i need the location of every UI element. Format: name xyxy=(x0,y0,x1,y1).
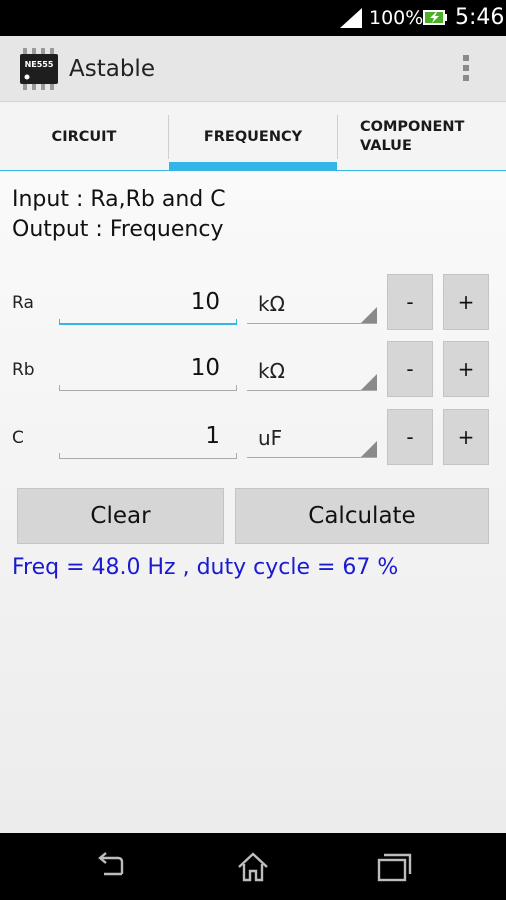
rb-decrement-button[interactable]: - xyxy=(387,341,433,397)
back-icon[interactable] xyxy=(92,847,132,887)
signal-icon xyxy=(340,8,362,28)
dropdown-corner-icon xyxy=(361,374,377,390)
c-label: C xyxy=(12,428,24,448)
ic-chip-icon[interactable]: NE555 xyxy=(20,48,58,90)
c-input[interactable]: 1 xyxy=(59,419,237,459)
ra-decrement-button[interactable]: - xyxy=(387,274,433,330)
tab-frequency[interactable]: FREQUENCY xyxy=(169,103,337,171)
c-value: 1 xyxy=(205,423,220,449)
rb-label: Rb xyxy=(12,360,35,380)
c-unit-select[interactable]: uF xyxy=(247,418,377,458)
status-bar: 100% 5:46 xyxy=(0,0,506,36)
clock: 5:46 xyxy=(455,5,505,30)
c-unit: uF xyxy=(258,426,283,450)
dropdown-corner-icon xyxy=(361,441,377,457)
rb-unit-select[interactable]: kΩ xyxy=(247,351,377,391)
action-bar: NE555 Astable xyxy=(0,36,506,102)
result-text: Freq = 48.0 Hz , duty cycle = 67 % xyxy=(12,555,399,580)
ra-increment-button[interactable]: + xyxy=(443,274,489,330)
c-decrement-button[interactable]: - xyxy=(387,409,433,465)
recent-apps-icon[interactable] xyxy=(374,847,414,887)
battery-percent: 100% xyxy=(369,7,424,29)
c-increment-button[interactable]: + xyxy=(443,409,489,465)
rb-value: 10 xyxy=(190,355,220,381)
battery-charging-icon xyxy=(423,10,447,25)
calculate-button[interactable]: Calculate xyxy=(235,488,489,544)
ra-unit-select[interactable]: kΩ xyxy=(247,284,377,324)
tab-strip: CIRCUIT FREQUENCY COMPONENT VALUE xyxy=(0,103,506,172)
rb-unit: kΩ xyxy=(258,359,285,383)
overflow-menu-icon[interactable] xyxy=(456,53,476,85)
input-description: Input : Ra,Rb and C xyxy=(12,187,226,212)
tab-circuit[interactable]: CIRCUIT xyxy=(0,103,168,171)
rb-input[interactable]: 10 xyxy=(59,351,237,391)
rb-increment-button[interactable]: + xyxy=(443,341,489,397)
chip-label: NE555 xyxy=(25,60,54,69)
ra-label: Ra xyxy=(12,293,34,313)
ra-input[interactable]: 10 xyxy=(59,285,237,325)
ra-unit: kΩ xyxy=(258,292,285,316)
clear-button[interactable]: Clear xyxy=(17,488,224,544)
tab-component-value[interactable]: COMPONENT VALUE xyxy=(338,103,468,171)
app-title: Astable xyxy=(69,56,155,82)
navigation-bar xyxy=(0,833,506,900)
home-icon[interactable] xyxy=(233,847,273,887)
output-description: Output : Frequency xyxy=(12,217,224,242)
dropdown-corner-icon xyxy=(361,307,377,323)
ra-value: 10 xyxy=(190,289,220,315)
